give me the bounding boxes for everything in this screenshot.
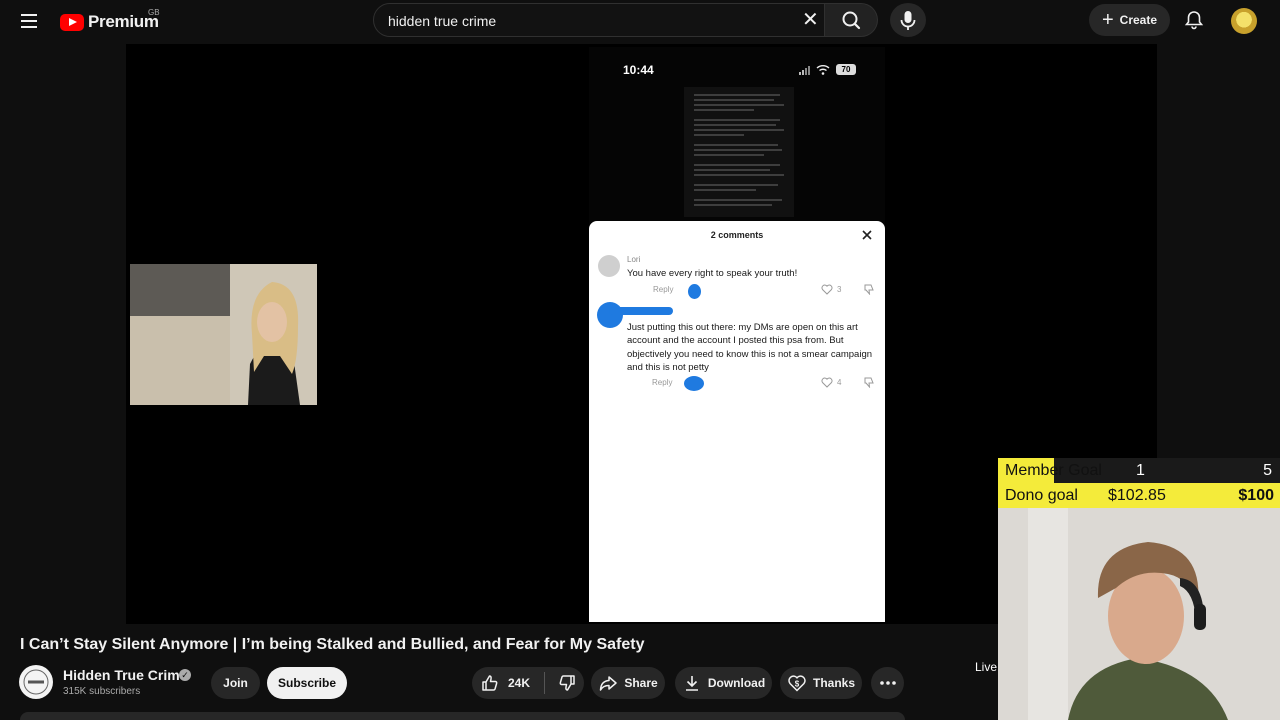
create-label: Create [1119, 13, 1158, 27]
close-icon[interactable]: ✕ [802, 10, 820, 30]
donation-goal-target: $100 [1238, 487, 1274, 504]
member-goal-target: 5 [1263, 462, 1272, 479]
blue-annotation-mark [684, 376, 704, 391]
subscriber-count: 315K subscribers [63, 686, 141, 697]
description-box[interactable] [20, 712, 905, 720]
like-count: 24K [508, 676, 531, 690]
heart-dollar-icon: $ [788, 675, 806, 692]
comment-text: You have every right to speak your truth… [627, 268, 798, 279]
dislike-icon[interactable] [863, 284, 874, 295]
comment-username: Lori [627, 255, 641, 264]
youtube-premium-logo[interactable]: Premium [60, 10, 159, 34]
dislike-button[interactable] [545, 667, 577, 699]
thanks-button[interactable]: $ Thanks [780, 667, 862, 699]
thanks-label: Thanks [812, 676, 855, 690]
heart-icon[interactable] [821, 284, 833, 295]
share-arrow-icon [600, 676, 618, 691]
video-title: I Can’t Stay Silent Anymore | I’m being … [20, 636, 645, 653]
story-text-lines [694, 94, 784, 206]
join-button[interactable]: Join [211, 667, 260, 699]
voice-search-button[interactable] [890, 3, 926, 37]
menu-icon [21, 14, 37, 16]
like-dislike-group: 24K [472, 667, 584, 699]
thumbs-up-icon [482, 675, 498, 691]
thumbs-down-icon [559, 675, 575, 691]
battery-indicator: 70 [836, 64, 856, 75]
youtube-play-icon [60, 13, 84, 31]
search-button[interactable] [825, 3, 878, 37]
search-icon [842, 11, 861, 30]
phone-clock: 10:44 [623, 63, 654, 77]
heart-icon[interactable] [821, 377, 833, 388]
live-indicator: Live [975, 660, 998, 674]
subscribe-label: Subscribe [277, 676, 337, 690]
account-avatar[interactable] [1231, 8, 1257, 34]
commenter-avatar [598, 255, 620, 277]
member-goal-current: 1 [1136, 462, 1145, 479]
reply-link[interactable]: Reply [653, 285, 673, 294]
plus-icon: + [1101, 9, 1114, 31]
donation-goal-bar: Dono goal $102.85 $100 [998, 483, 1280, 508]
stream-goals-panel: Member Goal 1 5 Dono goal $102.85 $100 [998, 458, 1280, 508]
notifications-button[interactable] [1182, 8, 1206, 32]
blurred-story-text [684, 87, 794, 217]
channel-name[interactable]: Hidden True Crime [63, 667, 187, 683]
donation-goal-current: $102.85 [1108, 487, 1166, 504]
phone-screen: 10:44 70 2 comments Lori You have every … [589, 47, 885, 622]
download-label: Download [707, 676, 766, 690]
join-label: Join [223, 676, 248, 690]
comment-text: Just putting this out there: my DMs are … [627, 322, 873, 374]
dislike-icon[interactable] [863, 377, 874, 388]
bell-icon [1184, 11, 1204, 30]
member-goal-label: Member Goal [1005, 462, 1102, 479]
comments-sheet: 2 comments Lori You have every right to … [589, 221, 885, 622]
channel-avatar[interactable] [19, 665, 53, 699]
more-horiz-icon [879, 681, 896, 685]
menu-button[interactable] [16, 10, 42, 34]
blue-annotation-mark [688, 284, 701, 299]
comments-count: 2 comments [710, 230, 764, 240]
like-count: 3 [837, 285, 842, 294]
blue-redaction-stroke [609, 307, 673, 315]
share-button[interactable]: Share [591, 667, 665, 699]
region-code: GB [148, 8, 160, 17]
donation-goal-label: Dono goal [1005, 487, 1078, 504]
download-button[interactable]: Download [675, 667, 772, 699]
streamer-webcam-image [998, 508, 1280, 720]
reply-link[interactable]: Reply [652, 378, 672, 387]
verified-check-icon: ✓ [179, 669, 191, 681]
subscribe-button[interactable]: Subscribe [267, 667, 347, 699]
streamer-webcam [998, 508, 1280, 720]
download-icon [685, 676, 698, 691]
like-count: 4 [837, 378, 842, 387]
share-label: Share [624, 676, 658, 690]
close-icon[interactable] [859, 227, 875, 243]
guest-webcam-image [130, 264, 317, 405]
channel-logo-icon [20, 666, 52, 698]
mic-icon [900, 11, 916, 30]
search-input[interactable] [386, 10, 800, 32]
more-actions-button[interactable] [871, 667, 904, 699]
like-button[interactable]: 24K [472, 667, 530, 699]
svg-text:$: $ [795, 680, 800, 689]
blue-redaction-mark [597, 302, 623, 328]
create-button[interactable]: + Create [1089, 4, 1170, 36]
member-goal-bar: Member Goal 1 5 [998, 458, 1280, 483]
guest-webcam-frame [130, 264, 317, 405]
